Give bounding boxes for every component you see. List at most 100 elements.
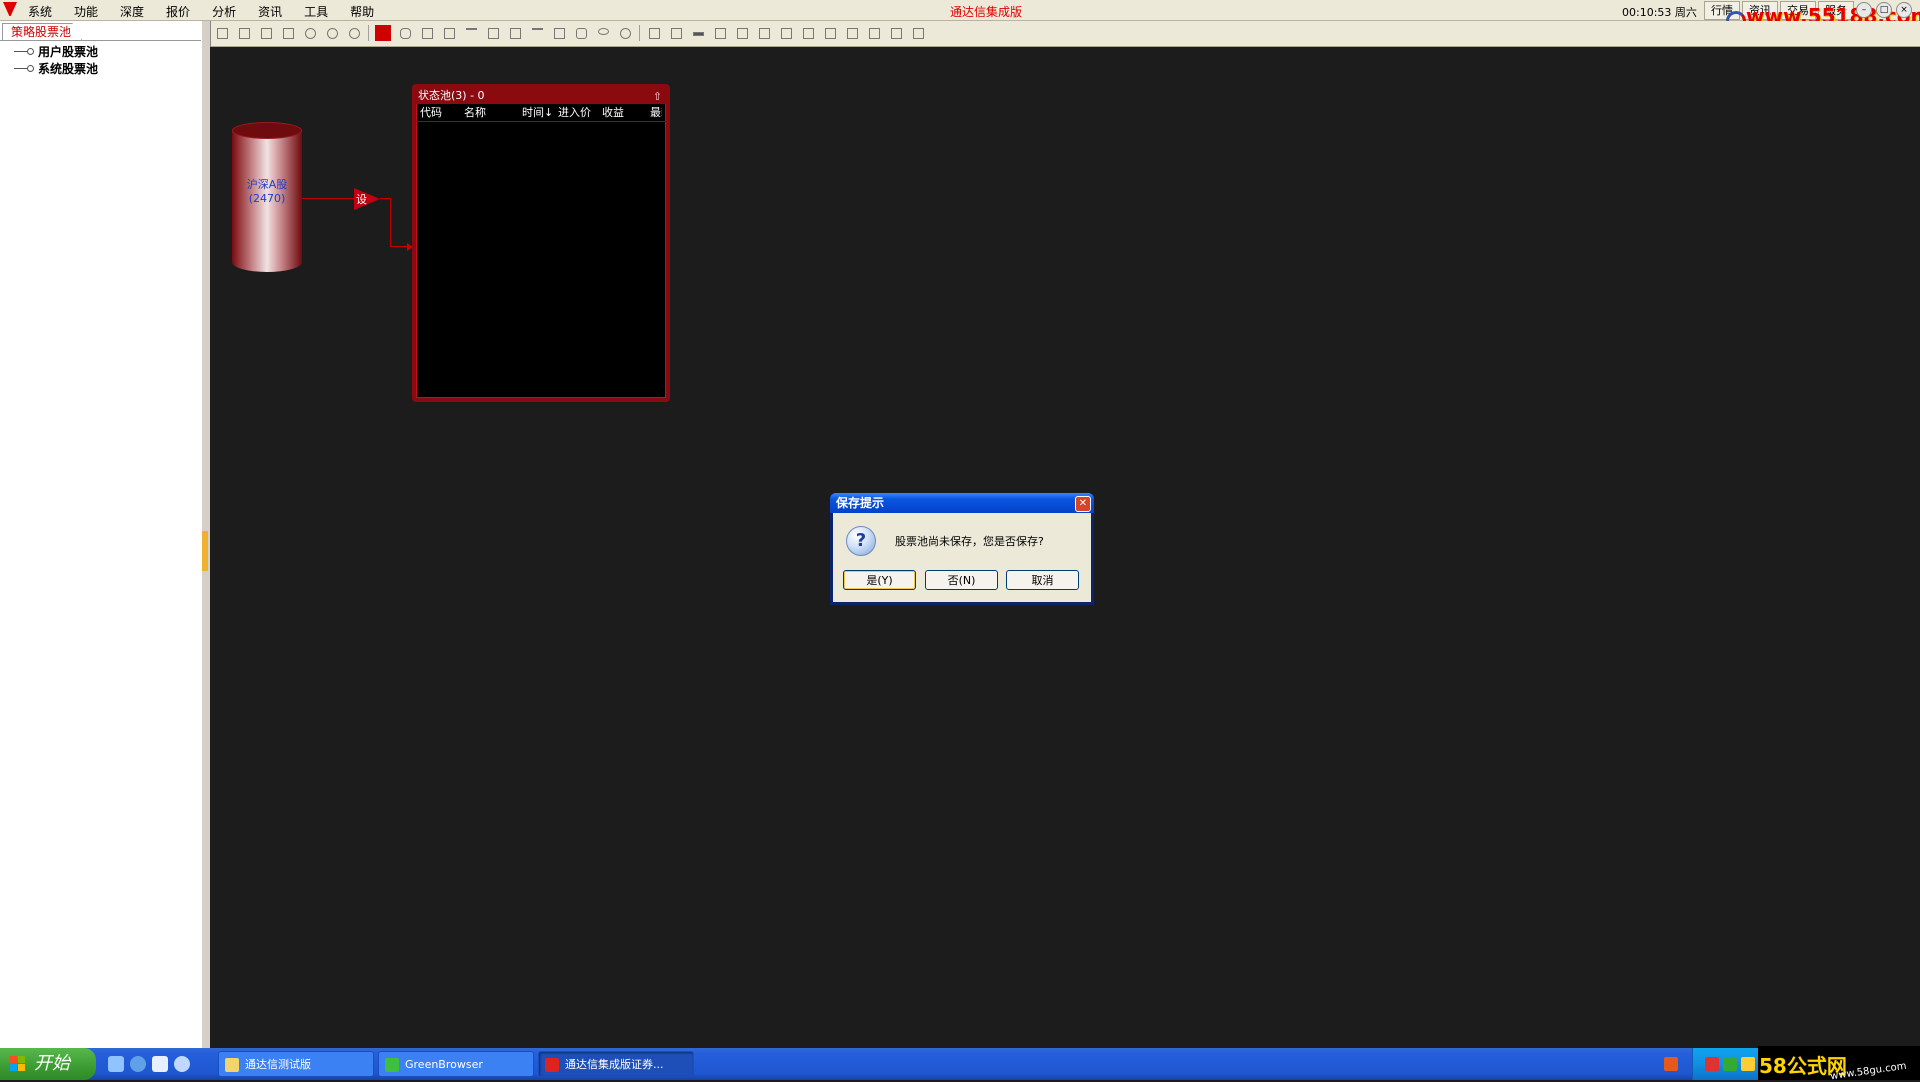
task-label: 通达信测试版 bbox=[245, 1058, 311, 1071]
rect-tool-icon[interactable] bbox=[551, 25, 567, 41]
start-button[interactable]: 开始 bbox=[0, 1048, 96, 1080]
tree-node-icon bbox=[14, 65, 34, 72]
tree-item-label: 系统股票池 bbox=[38, 62, 99, 76]
cylinder-top bbox=[232, 122, 302, 139]
rounded-rect-tool-icon[interactable] bbox=[573, 25, 589, 41]
col-time[interactable]: 时间↓ bbox=[522, 105, 558, 121]
trash-icon[interactable] bbox=[646, 25, 662, 41]
ie-icon[interactable] bbox=[130, 1056, 146, 1072]
menu-info[interactable]: 资讯 bbox=[258, 3, 292, 20]
circle-tool-icon[interactable] bbox=[617, 25, 633, 41]
col-name[interactable]: 名称 bbox=[464, 105, 522, 121]
task-tdx-test[interactable]: 通达信测试版 bbox=[218, 1051, 374, 1077]
splitter-grip[interactable] bbox=[202, 531, 208, 571]
task-label: 通达信集成版证券... bbox=[565, 1058, 664, 1071]
close-icon[interactable]: ✕ bbox=[1075, 496, 1091, 512]
connector-line bbox=[390, 198, 391, 246]
media-icon[interactable] bbox=[152, 1056, 168, 1072]
state-pool-window[interactable]: 状态池(3) - 0 ⇧ 代码 名称 时间↓ 进入价 收益 最新 bbox=[412, 84, 670, 402]
setter-label: 设 bbox=[356, 193, 367, 206]
run-icon[interactable] bbox=[302, 25, 318, 41]
dialog-message: 股票池尚未保存，您是否保存? bbox=[895, 535, 1044, 548]
text-tool-icon[interactable] bbox=[507, 25, 523, 41]
line-tool-icon[interactable] bbox=[529, 25, 545, 41]
menu-function[interactable]: 功能 bbox=[74, 3, 108, 20]
col-profit[interactable]: 收益 bbox=[602, 105, 650, 121]
save-prompt-dialog: 保存提示 ✕ ? 股票池尚未保存，您是否保存? 是(Y) 否(N) 取消 bbox=[830, 493, 1094, 605]
no-button[interactable]: 否(N) bbox=[925, 570, 998, 590]
cancel-button[interactable]: 取消 bbox=[1006, 570, 1079, 590]
save-icon[interactable] bbox=[258, 25, 274, 41]
pool-table-header: 代码 名称 时间↓ 进入价 收益 最新 bbox=[416, 105, 666, 122]
align-left-icon[interactable] bbox=[712, 25, 728, 41]
align-bottom-icon[interactable] bbox=[778, 25, 794, 41]
fill-icon[interactable] bbox=[668, 25, 684, 41]
menu-quote[interactable]: 报价 bbox=[166, 3, 200, 20]
source-stock-cylinder[interactable]: 沪深A股 (2470) bbox=[232, 122, 302, 280]
pool-title[interactable]: 状态池(3) - 0 ⇧ bbox=[416, 88, 666, 104]
folder-icon bbox=[225, 1058, 239, 1072]
source-label: 沪深A股 (2470) bbox=[232, 178, 302, 206]
task-tdx-integrated[interactable]: 通达信集成版证券... bbox=[538, 1051, 694, 1077]
tree-item-user-pool[interactable]: 用户股票池 bbox=[14, 43, 98, 60]
align-center-icon[interactable] bbox=[800, 25, 816, 41]
ellipse-tool-icon[interactable] bbox=[595, 25, 611, 41]
tray-volume-icon[interactable] bbox=[1741, 1057, 1755, 1071]
connector-line bbox=[380, 198, 390, 199]
pause-icon[interactable] bbox=[324, 25, 340, 41]
restore-button[interactable]: □ bbox=[1876, 2, 1892, 18]
show-desktop-icon[interactable] bbox=[108, 1056, 124, 1072]
main-menu: 系统 功能 深度 报价 分析 资讯 工具 帮助 bbox=[28, 3, 396, 20]
strategy-pool-panel: 策略股票池 用户股票池 系统股票池 bbox=[0, 21, 202, 1048]
stop-icon[interactable] bbox=[346, 25, 362, 41]
triangle-tool-icon[interactable] bbox=[441, 25, 457, 41]
menu-tools[interactable]: 工具 bbox=[304, 3, 338, 20]
question-icon: ? bbox=[846, 526, 876, 556]
group-tool-icon[interactable] bbox=[485, 25, 501, 41]
source-count: (2470) bbox=[248, 192, 286, 205]
col-entry-price[interactable]: 进入价 bbox=[558, 105, 602, 121]
new-icon[interactable] bbox=[214, 25, 230, 41]
tree-node-icon bbox=[14, 48, 34, 55]
align-middle-icon[interactable] bbox=[822, 25, 838, 41]
same-width-icon[interactable] bbox=[844, 25, 860, 41]
dialog-title: 保存提示 bbox=[836, 496, 885, 510]
delete-icon[interactable] bbox=[280, 25, 296, 41]
windows-logo-icon bbox=[10, 1056, 26, 1072]
input-method-icon[interactable] bbox=[1664, 1057, 1678, 1071]
col-code[interactable]: 代码 bbox=[416, 105, 464, 121]
align-right-icon[interactable] bbox=[734, 25, 750, 41]
table-tool-icon[interactable] bbox=[419, 25, 435, 41]
app-logo-icon bbox=[3, 2, 17, 16]
source-name: 沪深A股 bbox=[246, 178, 288, 191]
yes-button[interactable]: 是(Y) bbox=[843, 570, 916, 590]
arrow-tool-icon[interactable] bbox=[463, 25, 479, 41]
menu-help[interactable]: 帮助 bbox=[350, 3, 384, 20]
menu-depth[interactable]: 深度 bbox=[120, 3, 154, 20]
pool-title-text: 状态池(3) - 0 bbox=[418, 89, 485, 102]
menu-analysis[interactable]: 分析 bbox=[212, 3, 246, 20]
tray-network-icon[interactable] bbox=[1723, 1057, 1737, 1071]
select-pointer-icon[interactable] bbox=[375, 25, 391, 41]
close-button[interactable]: × bbox=[1896, 2, 1912, 18]
cylinder-tool-icon[interactable] bbox=[397, 25, 413, 41]
tree-item-system-pool[interactable]: 系统股票池 bbox=[14, 60, 98, 77]
open-icon[interactable] bbox=[236, 25, 252, 41]
start-label: 开始 bbox=[34, 1053, 70, 1074]
browser-icon[interactable] bbox=[174, 1056, 190, 1072]
distribute-v-icon[interactable] bbox=[910, 25, 926, 41]
toolbar-separator bbox=[368, 25, 369, 41]
same-height-icon[interactable] bbox=[866, 25, 882, 41]
distribute-h-icon[interactable] bbox=[888, 25, 904, 41]
pin-icon[interactable]: ⇧ bbox=[653, 89, 662, 105]
menu-system[interactable]: 系统 bbox=[28, 3, 62, 20]
drawing-toolbar bbox=[204, 21, 1920, 47]
line-width-icon[interactable] bbox=[690, 25, 706, 41]
tray-app-icon[interactable] bbox=[1705, 1057, 1719, 1071]
tab-strategy-pool[interactable]: 策略股票池 bbox=[2, 23, 83, 40]
minimize-button[interactable]: – bbox=[1856, 2, 1872, 18]
task-greenbrowser[interactable]: GreenBrowser bbox=[378, 1051, 534, 1077]
align-top-icon[interactable] bbox=[756, 25, 772, 41]
dialog-title-bar[interactable]: 保存提示 ✕ bbox=[830, 493, 1094, 513]
col-latest[interactable]: 最新 bbox=[650, 105, 662, 121]
